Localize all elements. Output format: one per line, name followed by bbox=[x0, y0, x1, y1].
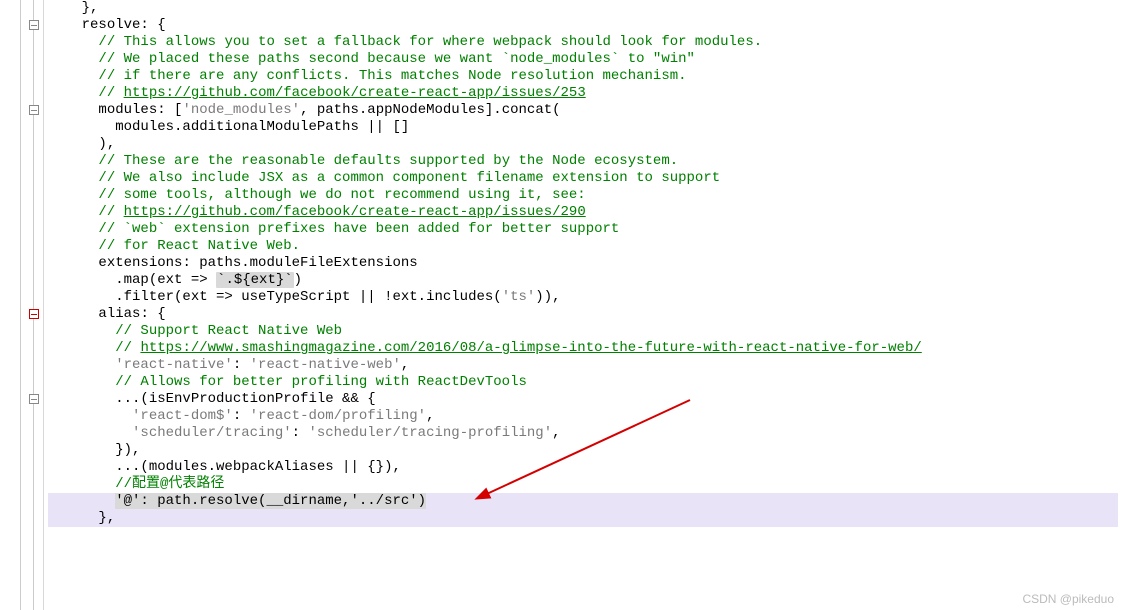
code-token: modules bbox=[98, 102, 157, 118]
code-token: // This allows you to set a fallback for… bbox=[98, 34, 762, 50]
code-token: , bbox=[401, 357, 409, 373]
code-token: }, bbox=[98, 510, 115, 526]
code-token: alias bbox=[98, 306, 140, 322]
code-line: // https://www.smashingmagazine.com/2016… bbox=[48, 340, 1118, 357]
code-line: // https://github.com/facebook/create-re… bbox=[48, 204, 1118, 221]
code-token: : paths.moduleFileExtensions bbox=[182, 255, 417, 271]
code-editor: }, resolve: { // This allows you to set … bbox=[0, 0, 1122, 610]
fold-toggle[interactable] bbox=[29, 20, 39, 30]
code-line: //配置@代表路径 bbox=[48, 476, 1118, 493]
code-token: 'react-native-web' bbox=[250, 357, 401, 373]
code-token: 'node_modules' bbox=[182, 102, 300, 118]
code-token: .filter(ext => useTypeScript || !ext.inc… bbox=[115, 289, 501, 305]
code-token: // These are the reasonable defaults sup… bbox=[98, 153, 678, 169]
code-area: }, resolve: { // This allows you to set … bbox=[44, 0, 1122, 610]
code-token: // We also include JSX as a common compo… bbox=[98, 170, 720, 186]
code-token: .map(ext => bbox=[115, 272, 216, 288]
code-token: : { bbox=[140, 17, 165, 33]
code-line: 'scheduler/tracing': 'scheduler/tracing-… bbox=[48, 425, 1118, 442]
code-token: // if there are any conflicts. This matc… bbox=[98, 68, 686, 84]
code-line: // if there are any conflicts. This matc… bbox=[48, 68, 1118, 85]
code-line: // some tools, although we do not recomm… bbox=[48, 187, 1118, 204]
code-line: ), bbox=[48, 136, 1118, 153]
code-token: : bbox=[233, 408, 250, 424]
code-line: }, bbox=[48, 510, 1118, 527]
code-token: // some tools, although we do not recomm… bbox=[98, 187, 585, 203]
code-token: extensions bbox=[98, 255, 182, 271]
code-line: // This allows you to set a fallback for… bbox=[48, 34, 1118, 51]
code-token: 'scheduler/tracing-profiling' bbox=[308, 425, 552, 441]
code-token: '@': path.resolve(__dirname,'../src') bbox=[115, 493, 426, 509]
code-line: alias: { bbox=[48, 306, 1118, 323]
code-token: // for React Native Web. bbox=[98, 238, 300, 254]
code-token: , bbox=[552, 425, 560, 441]
code-line: extensions: paths.moduleFileExtensions bbox=[48, 255, 1118, 272]
code-line: modules.additionalModulePaths || [] bbox=[48, 119, 1118, 136]
code-token: // bbox=[98, 204, 123, 220]
code-token: 'scheduler/tracing' bbox=[132, 425, 292, 441]
code-line: // for React Native Web. bbox=[48, 238, 1118, 255]
code-line: // Support React Native Web bbox=[48, 323, 1118, 340]
code-token: // Allows for better profiling with Reac… bbox=[115, 374, 527, 390]
code-line: // These are the reasonable defaults sup… bbox=[48, 153, 1118, 170]
code-line: // We placed these paths second because … bbox=[48, 51, 1118, 68]
code-line: .map(ext => `.${ext}`) bbox=[48, 272, 1118, 289]
code-token: )), bbox=[535, 289, 560, 305]
code-line: modules: ['node_modules', paths.appNodeM… bbox=[48, 102, 1118, 119]
code-token: // Support React Native Web bbox=[115, 323, 342, 339]
code-line: // `web` extension prefixes have been ad… bbox=[48, 221, 1118, 238]
code-token: : [ bbox=[157, 102, 182, 118]
fold-toggle[interactable] bbox=[29, 309, 39, 319]
code-token: : bbox=[292, 425, 309, 441]
code-token: }), bbox=[115, 442, 140, 458]
fold-toggle[interactable] bbox=[29, 394, 39, 404]
code-token: resolve bbox=[82, 17, 141, 33]
code-token: // We placed these paths second because … bbox=[98, 51, 695, 67]
fold-guide-line bbox=[33, 0, 34, 610]
code-token: 'react-native' bbox=[115, 357, 233, 373]
code-token: https://www.smashingmagazine.com/2016/08… bbox=[140, 340, 921, 356]
code-line: 'react-native': 'react-native-web', bbox=[48, 357, 1118, 374]
code-token: // bbox=[98, 85, 123, 101]
code-token: 'react-dom$' bbox=[132, 408, 233, 424]
code-token: }, bbox=[82, 0, 99, 16]
code-token: ) bbox=[294, 272, 302, 288]
code-token: , paths.appNodeModules].concat( bbox=[300, 102, 560, 118]
code-token: : { bbox=[140, 306, 165, 322]
code-line: ...(modules.webpackAliases || {}), bbox=[48, 459, 1118, 476]
code-token: // bbox=[115, 340, 140, 356]
code-token: // `web` extension prefixes have been ad… bbox=[98, 221, 619, 237]
code-token: : bbox=[233, 357, 250, 373]
code-token: https://github.com/facebook/create-react… bbox=[124, 85, 586, 101]
watermark: CSDN @pikeduo bbox=[1022, 592, 1114, 606]
code-token: //配置@代表路径 bbox=[115, 476, 224, 492]
fold-toggle[interactable] bbox=[29, 105, 39, 115]
code-line: .filter(ext => useTypeScript || !ext.inc… bbox=[48, 289, 1118, 306]
code-token: 'ts' bbox=[502, 289, 536, 305]
code-token: modules.additionalModulePaths || [] bbox=[115, 119, 409, 135]
code-token: https://github.com/facebook/create-react… bbox=[124, 204, 586, 220]
code-line: // Allows for better profiling with Reac… bbox=[48, 374, 1118, 391]
code-line: resolve: { bbox=[48, 17, 1118, 34]
code-line: // https://github.com/facebook/create-re… bbox=[48, 85, 1118, 102]
code-line: }), bbox=[48, 442, 1118, 459]
code-token: ...(isEnvProductionProfile && { bbox=[115, 391, 375, 407]
gutter bbox=[0, 0, 44, 610]
code-token: ...(modules.webpackAliases || {}), bbox=[115, 459, 401, 475]
code-line: }, bbox=[48, 0, 1118, 17]
code-line: // We also include JSX as a common compo… bbox=[48, 170, 1118, 187]
code-line: 'react-dom$': 'react-dom/profiling', bbox=[48, 408, 1118, 425]
code-line: ...(isEnvProductionProfile && { bbox=[48, 391, 1118, 408]
code-line: '@': path.resolve(__dirname,'../src') bbox=[48, 493, 1118, 510]
code-token: ), bbox=[98, 136, 115, 152]
code-token: `.${ext}` bbox=[216, 272, 294, 288]
code-token: , bbox=[426, 408, 434, 424]
code-token: 'react-dom/profiling' bbox=[250, 408, 426, 424]
